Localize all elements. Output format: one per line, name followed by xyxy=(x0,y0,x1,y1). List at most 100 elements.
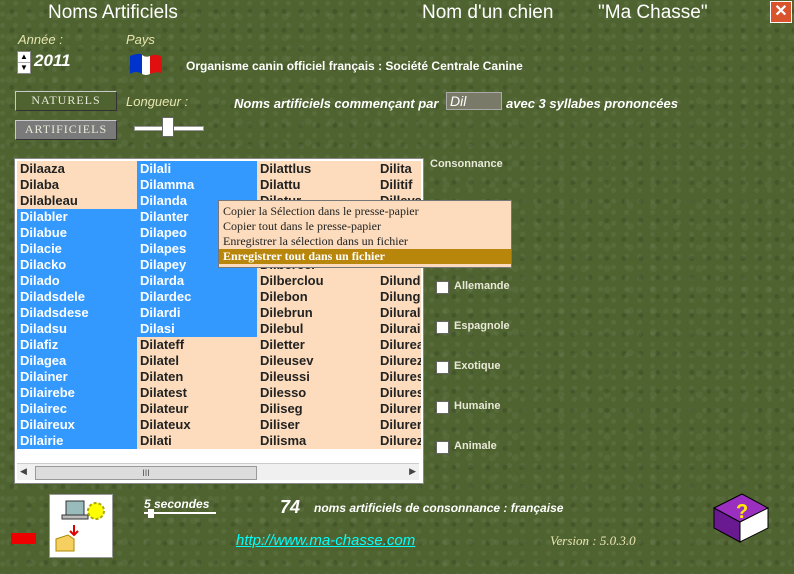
list-item[interactable]: Dilurez xyxy=(377,353,421,369)
list-item[interactable]: Dilaten xyxy=(137,369,257,385)
checkbox-allemande[interactable] xyxy=(436,281,449,294)
list-item[interactable]: Dilacie xyxy=(17,241,137,257)
naturels-button[interactable]: NATURELS xyxy=(15,91,117,111)
longueur-label: Longueur : xyxy=(126,94,189,109)
list-item[interactable]: Dilurea xyxy=(377,337,421,353)
list-item[interactable]: Diletter xyxy=(257,337,377,353)
list-item[interactable]: Dilural xyxy=(377,305,421,321)
list-item[interactable]: Dilateur xyxy=(137,401,257,417)
computer-settings-icon[interactable] xyxy=(49,494,113,558)
list-item[interactable]: Dilebon xyxy=(257,289,377,305)
list-item[interactable]: Dilisma xyxy=(257,433,377,449)
list-item[interactable]: Dilamma xyxy=(137,177,257,193)
result-count: 74 xyxy=(280,497,301,517)
list-item[interactable]: Dilasi xyxy=(137,321,257,337)
list-item[interactable]: Dilund xyxy=(377,273,421,289)
list-item[interactable]: Dilebrun xyxy=(257,305,377,321)
list-item[interactable]: Dilurai xyxy=(377,321,421,337)
list-item[interactable]: Dilaireux xyxy=(17,417,137,433)
list-item[interactable]: Dilitif xyxy=(377,177,421,193)
checkbox-animale[interactable] xyxy=(436,441,449,454)
annee-label: Année : xyxy=(18,32,63,47)
list-item[interactable]: Dilures xyxy=(377,369,421,385)
website-link[interactable]: http://www.ma-chasse.com xyxy=(236,532,415,549)
list-item[interactable]: Dilacko xyxy=(17,257,137,273)
scroll-left-icon[interactable]: ◀ xyxy=(20,466,27,477)
spin-down-icon[interactable]: ▼ xyxy=(18,63,30,73)
list-item[interactable]: Dilesso xyxy=(257,385,377,401)
list-item[interactable]: Dilableau xyxy=(17,193,137,209)
list-item[interactable]: Dilita xyxy=(377,161,421,177)
checkbox-exotique[interactable] xyxy=(436,361,449,374)
list-item[interactable]: Dilung xyxy=(377,289,421,305)
list-item[interactable]: Dilurer xyxy=(377,417,421,433)
menu-save-selection[interactable]: Enregistrer la sélection dans un fichier xyxy=(219,234,511,249)
status-indicator xyxy=(11,533,36,544)
list-item[interactable]: Dilurer xyxy=(377,401,421,417)
list-item[interactable]: Dilatest xyxy=(137,385,257,401)
organisme-text: Organisme canin officiel français : Soci… xyxy=(186,59,523,73)
checkbox-humaine[interactable] xyxy=(436,401,449,414)
list-item[interactable]: Dilatel xyxy=(137,353,257,369)
close-icon: ✕ xyxy=(774,3,788,20)
menu-copy-selection[interactable]: Copier la Sélection dans le presse-papie… xyxy=(219,204,511,219)
spin-up-icon[interactable]: ▲ xyxy=(18,52,30,63)
names-column-1: Dilaaza Dilaba Dilableau Dilabler Dilabue Dil… xyxy=(17,161,137,449)
list-item[interactable]: Dilateff xyxy=(137,337,257,353)
list-item[interactable]: Diliser xyxy=(257,417,377,433)
delay-slider-track[interactable] xyxy=(144,512,216,514)
close-button[interactable]: ✕ xyxy=(770,1,792,23)
list-item[interactable]: Dilati xyxy=(137,433,257,449)
version-label: Version : 5.0.3.0 xyxy=(550,533,636,548)
list-item[interactable]: Dilurez xyxy=(377,433,421,449)
artificiels-button[interactable]: ARTIFICIELS xyxy=(15,120,117,140)
list-item[interactable]: Diliseg xyxy=(257,401,377,417)
list-item[interactable]: Dileusev xyxy=(257,353,377,369)
list-item[interactable]: Dilafiz xyxy=(17,337,137,353)
list-item[interactable]: Dilarda xyxy=(137,273,257,289)
list-item[interactable]: Dilures xyxy=(377,385,421,401)
list-item[interactable]: Dilardec xyxy=(137,289,257,305)
list-item[interactable]: Diladsdele xyxy=(17,289,137,305)
list-item[interactable]: Dilattlus xyxy=(257,161,377,177)
checkbox-espagnole[interactable] xyxy=(436,321,449,334)
syllabes-label: avec 3 syllabes prononcées xyxy=(506,96,678,111)
prefix-label: Noms artificiels commençant par xyxy=(234,96,439,111)
help-book-icon[interactable]: ? xyxy=(706,488,772,548)
list-item[interactable]: Dilairie xyxy=(17,433,137,449)
list-item[interactable]: Dilali xyxy=(137,161,257,177)
list-item[interactable]: Dilairec xyxy=(17,401,137,417)
list-item[interactable]: Dilabue xyxy=(17,225,137,241)
menu-copy-all[interactable]: Copier tout dans le presse-papier xyxy=(219,219,511,234)
scroll-thumb[interactable]: III xyxy=(35,466,257,480)
list-item[interactable]: Dilairebe xyxy=(17,385,137,401)
label-espagnole: Espagnole xyxy=(454,320,510,332)
list-item[interactable]: Dilainer xyxy=(17,369,137,385)
list-item[interactable]: Dilado xyxy=(17,273,137,289)
list-item[interactable]: Dilagea xyxy=(17,353,137,369)
list-item[interactable]: Dilaba xyxy=(17,177,137,193)
horizontal-scrollbar[interactable]: ◀ III ▶ xyxy=(17,463,419,480)
scroll-right-icon[interactable]: ▶ xyxy=(409,466,416,477)
list-item[interactable]: Dilaaza xyxy=(17,161,137,177)
menu-save-all[interactable]: Enregistrer tout dans un fichier xyxy=(219,249,511,264)
list-item[interactable]: Diladsdese xyxy=(17,305,137,321)
list-item[interactable]: Diladsu xyxy=(17,321,137,337)
list-item[interactable]: Dileussi xyxy=(257,369,377,385)
list-item[interactable]: Dilebul xyxy=(257,321,377,337)
app-subtitle: Nom d'un chien xyxy=(422,2,554,23)
list-item[interactable]: Dilberclou xyxy=(257,273,377,289)
list-item[interactable]: Dilateux xyxy=(137,417,257,433)
france-flag-icon[interactable] xyxy=(128,52,164,76)
list-item[interactable]: Dilabler xyxy=(17,209,137,225)
label-animale: Animale xyxy=(454,440,497,452)
context-menu: Copier la Sélection dans le presse-papie… xyxy=(218,200,512,268)
longueur-slider-thumb[interactable] xyxy=(162,117,174,137)
list-item[interactable]: Dilardi xyxy=(137,305,257,321)
list-item[interactable]: Dilattu xyxy=(257,177,377,193)
delay-slider-thumb[interactable] xyxy=(148,509,154,518)
year-spinner[interactable]: ▲ ▼ xyxy=(17,51,31,74)
pays-label: Pays xyxy=(126,32,155,47)
prefix-input[interactable] xyxy=(446,92,502,110)
consonance-label: Consonnance xyxy=(430,158,503,170)
